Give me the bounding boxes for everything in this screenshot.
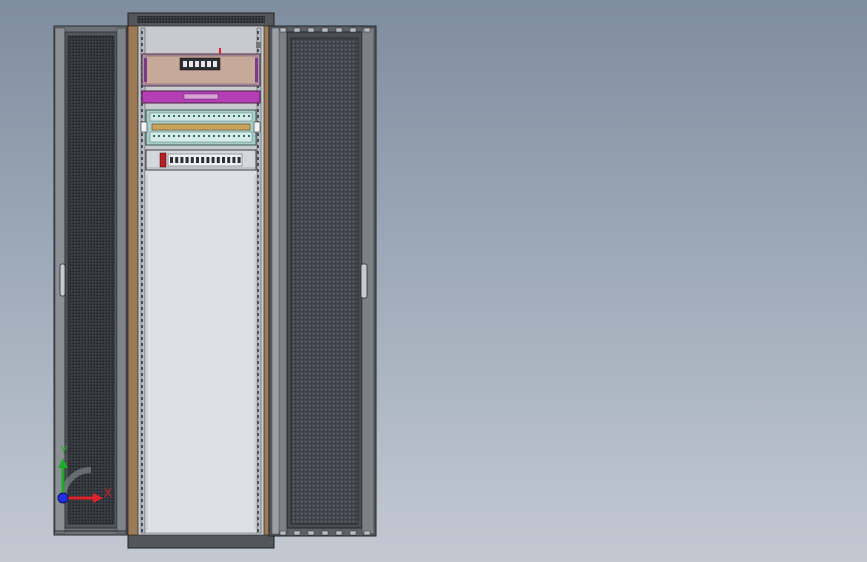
rightHinges-item: [363, 27, 371, 33]
patch-panel: [141, 48, 261, 87]
pduOutlets-item: [175, 157, 179, 163]
purple-shelf: [141, 90, 261, 104]
right-door: [268, 25, 377, 537]
dotsTop-item: [178, 115, 180, 117]
rightHinges-item: [293, 27, 301, 33]
dotsTop-item: [173, 115, 175, 117]
right-door-handle: [360, 263, 368, 299]
dotsBot-item: [183, 135, 185, 137]
dotsTop-item: [168, 115, 170, 117]
dotsBot-item: [178, 135, 180, 137]
dotsBot-item: [218, 135, 220, 137]
dotsTop-item: [218, 115, 220, 117]
left-door-handle: [59, 263, 66, 297]
pduOutlets-item: [196, 157, 199, 163]
rightHinges-item: [349, 530, 357, 536]
rightHinges-item: [279, 530, 287, 536]
pduOutlets-item: [190, 157, 194, 163]
rightHinges-item: [307, 530, 315, 536]
dotsTop-item: [153, 115, 155, 117]
dotsBot-item: [198, 135, 200, 137]
dotsBot-item: [188, 135, 190, 137]
dotsBot-item: [238, 135, 240, 137]
dotsTop-item: [183, 115, 185, 117]
dotsTop-item: [238, 115, 240, 117]
dotsBot-item: [228, 135, 230, 137]
dotsTop-item: [243, 115, 245, 117]
dotsTop-item: [213, 115, 215, 117]
dotsBot-item: [213, 135, 215, 137]
dotsTop-item: [193, 115, 195, 117]
dotsBot-item: [243, 135, 245, 137]
dotsTop-item: [163, 115, 165, 117]
dotsTop-item: [248, 115, 250, 117]
rightHinges-item: [307, 27, 315, 33]
rightHinges-item: [349, 27, 357, 33]
dotsTop-item: [158, 115, 160, 117]
dotsTop-item: [233, 115, 235, 117]
pduOutlets-item: [170, 157, 173, 163]
cabinet-drawing: Y X: [53, 12, 377, 549]
dotsBot-item: [163, 135, 165, 137]
pduOutlets-item: [185, 157, 189, 163]
dotsBot-item: [153, 135, 155, 137]
pduOutlets-item: [201, 157, 205, 163]
dotsBot-item: [158, 135, 160, 137]
y-axis-label: Y: [60, 443, 68, 457]
x-axis-label: X: [104, 486, 112, 500]
rightHinges-item: [321, 27, 329, 33]
pduOutlets-item: [206, 157, 210, 163]
pduOutlets-item: [232, 157, 236, 163]
dotsBot-item: [203, 135, 205, 137]
pduOutlets-item: [222, 157, 225, 163]
dotsTop-item: [223, 115, 225, 117]
rightHinges-item: [321, 530, 329, 536]
dotsBot-item: [233, 135, 235, 137]
dotsBot-item: [208, 135, 210, 137]
rightHinges-item: [335, 27, 343, 33]
dotsTop-item: [203, 115, 205, 117]
terminal-block-panel: [140, 109, 261, 146]
pduOutlets-item: [180, 157, 184, 163]
pduOutlets-item: [237, 157, 241, 163]
dotsBot-item: [223, 135, 225, 137]
pduOutlets-item: [227, 157, 231, 163]
left-door: [53, 25, 128, 536]
z-axis-dot: [57, 492, 69, 504]
dotsBot-item: [193, 135, 195, 137]
pduOutlets-item: [216, 157, 220, 163]
rightHinges-item: [293, 530, 301, 536]
rightHinges-item: [335, 530, 343, 536]
dotsTop-item: [208, 115, 210, 117]
rightHinges-item: [279, 27, 287, 33]
dotsTop-item: [228, 115, 230, 117]
dotsBot-item: [248, 135, 250, 137]
dotsTop-item: [188, 115, 190, 117]
dotsBot-item: [168, 135, 170, 137]
dotsTop-item: [198, 115, 200, 117]
cad-viewport[interactable]: Y X: [0, 0, 867, 562]
dotsBot-item: [173, 135, 175, 137]
rightHinges-item: [363, 530, 371, 536]
pduOutlets-item: [211, 157, 215, 163]
power-distribution-unit: [145, 149, 257, 171]
